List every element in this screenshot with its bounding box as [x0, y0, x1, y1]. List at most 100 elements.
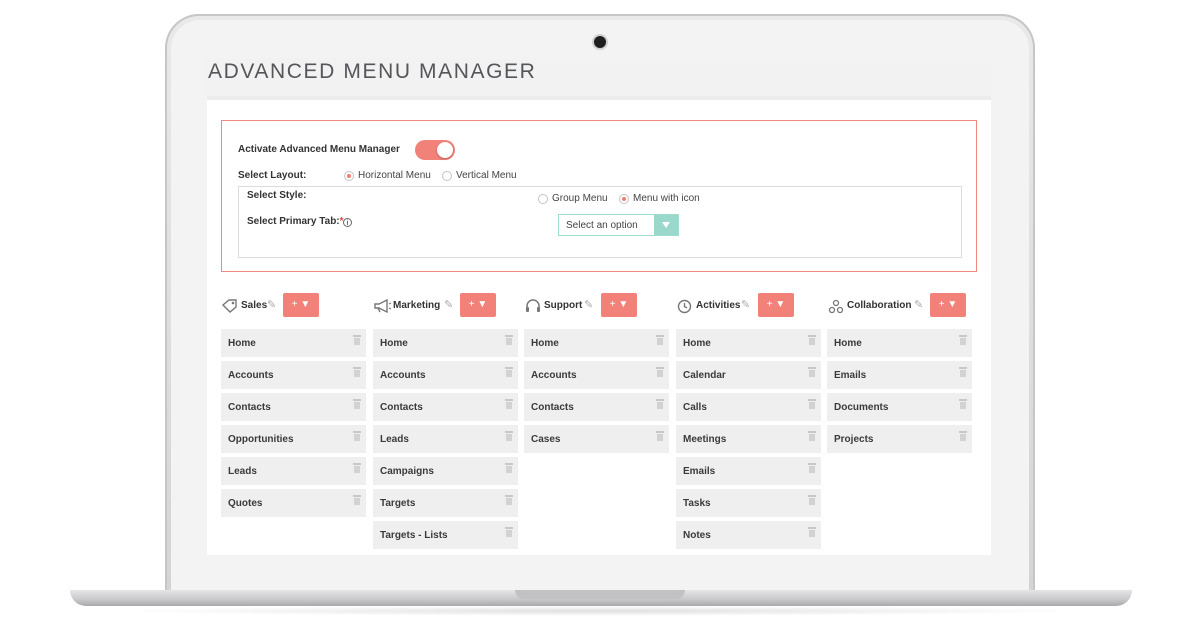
menu-item-label: Calls — [683, 402, 707, 413]
menu-item[interactable]: Accounts — [221, 361, 366, 389]
trash-icon[interactable] — [505, 367, 513, 377]
radio-menu-with-icon-label: Menu with icon — [633, 193, 700, 204]
menu-item-label: Home — [380, 338, 408, 349]
radio-menu-with-icon[interactable] — [619, 194, 629, 204]
radio-vertical-menu-label: Vertical Menu — [456, 170, 517, 181]
add-menu-button[interactable]: + ▼ — [460, 293, 496, 317]
menu-item[interactable]: Emails — [676, 457, 821, 485]
trash-icon[interactable] — [959, 335, 967, 345]
headset-icon — [526, 299, 540, 312]
menu-item[interactable]: Emails — [827, 361, 972, 389]
trash-icon[interactable] — [505, 527, 513, 537]
menu-item-label: Tasks — [683, 498, 711, 509]
menu-item[interactable]: Home — [827, 329, 972, 357]
trash-icon[interactable] — [656, 431, 664, 441]
pencil-icon[interactable]: ✎ — [741, 298, 750, 311]
add-menu-button[interactable]: + ▼ — [930, 293, 966, 317]
menu-item[interactable]: Meetings — [676, 425, 821, 453]
menu-item[interactable]: Campaigns — [373, 457, 518, 485]
column-header: Activities ✎ + ▼ — [676, 292, 821, 322]
column-title: Collaboration — [847, 300, 912, 311]
trash-icon[interactable] — [353, 431, 361, 441]
menu-item-label: Calendar — [683, 370, 726, 381]
primary-tab-select-value: Select an option — [566, 220, 638, 231]
trash-icon[interactable] — [656, 335, 664, 345]
add-menu-button[interactable]: + ▼ — [601, 293, 637, 317]
add-menu-button[interactable]: + ▼ — [283, 293, 319, 317]
primary-tab-select[interactable]: Select an option — [558, 214, 679, 236]
menu-item[interactable]: Contacts — [373, 393, 518, 421]
style-label: Select Style: — [247, 190, 307, 201]
menu-item[interactable]: Leads — [373, 425, 518, 453]
menu-column-sales: Sales ✎ + ▼ Home Accounts Contacts Oppor… — [221, 292, 366, 517]
trash-icon[interactable] — [808, 495, 816, 505]
trash-icon[interactable] — [656, 399, 664, 409]
trash-icon[interactable] — [959, 431, 967, 441]
primary-tab-label-text: Select Primary Tab: — [247, 216, 340, 227]
menu-item[interactable]: Calendar — [676, 361, 821, 389]
menu-item-label: Campaigns — [380, 466, 434, 477]
radio-horizontal-menu[interactable] — [344, 171, 354, 181]
pencil-icon[interactable]: ✎ — [444, 298, 453, 311]
trash-icon[interactable] — [808, 335, 816, 345]
column-header: Sales ✎ + ▼ — [221, 292, 366, 322]
trash-icon[interactable] — [808, 431, 816, 441]
column-header: Support ✎ + ▼ — [524, 292, 669, 322]
page-title: ADVANCED MENU MANAGER — [208, 60, 537, 83]
pencil-icon[interactable]: ✎ — [267, 298, 276, 311]
trash-icon[interactable] — [505, 431, 513, 441]
trash-icon[interactable] — [959, 367, 967, 377]
add-menu-button[interactable]: + ▼ — [758, 293, 794, 317]
menu-item[interactable]: Contacts — [524, 393, 669, 421]
menu-item-label: Home — [531, 338, 559, 349]
menu-item[interactable]: Projects — [827, 425, 972, 453]
menu-item[interactable]: Home — [524, 329, 669, 357]
menu-item[interactable]: Calls — [676, 393, 821, 421]
menu-column-collaboration: Collaboration ✎ + ▼ Home Emails Document… — [827, 292, 972, 453]
trash-icon[interactable] — [808, 399, 816, 409]
chevron-down-icon[interactable] — [654, 215, 678, 235]
radio-group-menu[interactable] — [538, 194, 548, 204]
menu-column-marketing: Marketing ✎ + ▼ Home Accounts Contacts L… — [373, 292, 518, 549]
menu-item[interactable]: Opportunities — [221, 425, 366, 453]
menu-item[interactable]: Home — [221, 329, 366, 357]
trash-icon[interactable] — [505, 495, 513, 505]
menu-item[interactable]: Accounts — [524, 361, 669, 389]
menu-item[interactable]: Accounts — [373, 361, 518, 389]
trash-icon[interactable] — [505, 335, 513, 345]
trash-icon[interactable] — [808, 463, 816, 473]
menu-item-label: Home — [683, 338, 711, 349]
trash-icon[interactable] — [353, 495, 361, 505]
trash-icon[interactable] — [656, 367, 664, 377]
activate-toggle[interactable] — [415, 140, 455, 160]
menu-item[interactable]: Leads — [221, 457, 366, 485]
menu-item-label: Accounts — [228, 370, 274, 381]
menu-item[interactable]: Contacts — [221, 393, 366, 421]
menu-item[interactable]: Targets - Lists — [373, 521, 518, 549]
menu-item[interactable]: Home — [676, 329, 821, 357]
pencil-icon[interactable]: ✎ — [914, 298, 923, 311]
menu-item[interactable]: Targets — [373, 489, 518, 517]
menu-item[interactable]: Documents — [827, 393, 972, 421]
menu-item[interactable]: Home — [373, 329, 518, 357]
trash-icon[interactable] — [505, 463, 513, 473]
toggle-knob — [437, 142, 453, 158]
menu-item[interactable]: Tasks — [676, 489, 821, 517]
settings-panel: Activate Advanced Menu Manager Select La… — [221, 120, 977, 272]
radio-vertical-menu[interactable] — [442, 171, 452, 181]
menu-item[interactable]: Quotes — [221, 489, 366, 517]
info-icon[interactable]: i — [343, 218, 352, 227]
menu-item-label: Documents — [834, 402, 889, 413]
trash-icon[interactable] — [353, 367, 361, 377]
menu-item-label: Leads — [380, 434, 409, 445]
trash-icon[interactable] — [353, 399, 361, 409]
menu-item[interactable]: Cases — [524, 425, 669, 453]
trash-icon[interactable] — [505, 399, 513, 409]
trash-icon[interactable] — [353, 335, 361, 345]
trash-icon[interactable] — [353, 463, 361, 473]
trash-icon[interactable] — [959, 399, 967, 409]
menu-item[interactable]: Notes — [676, 521, 821, 549]
trash-icon[interactable] — [808, 527, 816, 537]
trash-icon[interactable] — [808, 367, 816, 377]
pencil-icon[interactable]: ✎ — [584, 298, 593, 311]
